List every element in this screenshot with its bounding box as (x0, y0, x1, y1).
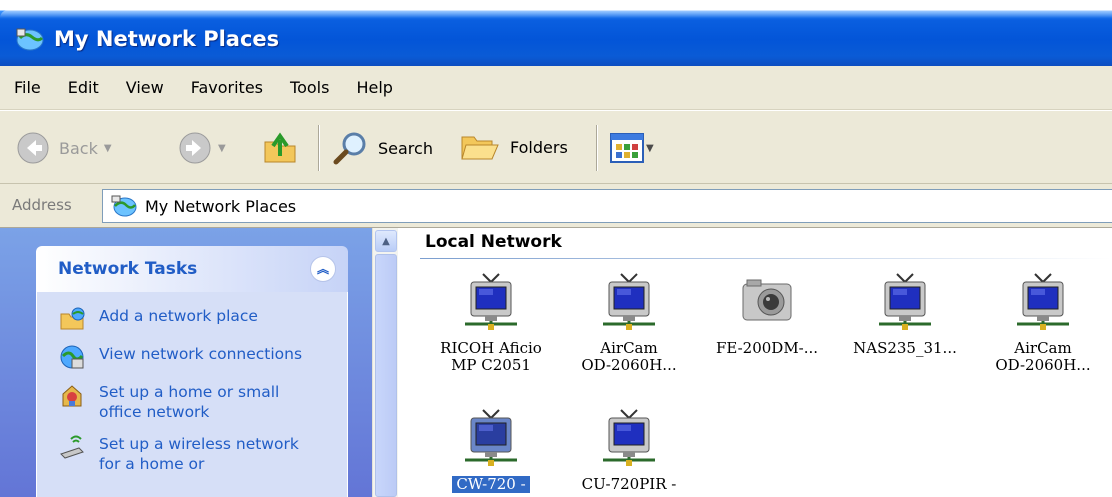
add-network-place-icon (60, 307, 85, 330)
device-label: RICOH Aficio MP C2051 (440, 339, 542, 374)
task-setup-home-network[interactable]: Set up a home or small office network (37, 382, 347, 422)
task-setup-wireless-network[interactable]: Set up a wireless network for a home or (37, 434, 347, 474)
device-label: NAS235_31... (853, 339, 957, 357)
up-folder-button[interactable] (262, 128, 298, 166)
menu-edit[interactable]: Edit (68, 78, 99, 97)
title-bar[interactable]: My Network Places (0, 0, 1112, 66)
file-view: Local Network RICOH Aficio MP C2051 AirC… (398, 228, 1112, 497)
address-label: Address (12, 196, 72, 214)
search-label: Search (378, 138, 433, 158)
device-item[interactable]: NAS235_31... (834, 270, 976, 357)
device-item[interactable]: RICOH Aficio MP C2051 (420, 270, 562, 374)
task-add-network-place[interactable]: Add a network place (37, 306, 347, 332)
views-icon (610, 133, 644, 163)
device-label: CU-720PIR - (581, 475, 677, 493)
view-network-connections-icon (60, 345, 84, 369)
folders-icon (461, 136, 499, 160)
device-label: FE-200DM-... (715, 339, 819, 357)
device-item[interactable]: AirCam OD-2060H... (558, 270, 700, 374)
forward-arrow-icon (179, 132, 211, 164)
forward-dropdown-icon[interactable]: ▼ (218, 143, 226, 154)
network-device-tv-icon (459, 270, 523, 334)
camera-icon (735, 270, 799, 334)
network-device-tv-icon (459, 406, 523, 470)
search-magnifier-icon (333, 132, 366, 165)
back-button[interactable]: Back ▼ (16, 131, 112, 165)
scroll-thumb[interactable] (375, 254, 397, 497)
task-label: Set up a wireless network for a home or (99, 435, 299, 473)
network-places-icon (16, 28, 44, 51)
group-title: Local Network (425, 232, 562, 252)
task-label: View network connections (99, 345, 303, 363)
toolbar-separator (318, 125, 320, 171)
network-tasks-title: Network Tasks (58, 259, 198, 279)
folders-label: Folders (510, 137, 568, 157)
back-label: Back (59, 138, 98, 158)
group-divider (420, 258, 1112, 259)
network-tasks-header[interactable]: Network Tasks ︽ (36, 246, 348, 292)
vertical-scrollbar[interactable]: ▲ (372, 228, 398, 497)
views-dropdown-icon[interactable]: ▼ (646, 143, 654, 154)
device-label: CW-720 - (452, 476, 530, 493)
network-device-tv-icon (873, 270, 937, 334)
device-label: AirCam OD-2060H... (581, 339, 677, 374)
address-bar: Address My Network Places (0, 184, 1112, 228)
collapse-chevron-icon[interactable]: ︽ (310, 256, 336, 282)
toolbar-separator-2 (596, 125, 598, 171)
menu-help[interactable]: Help (356, 78, 392, 97)
network-device-tv-icon (1011, 270, 1075, 334)
scroll-up-arrow-icon[interactable]: ▲ (375, 230, 397, 252)
window-title: My Network Places (54, 27, 280, 51)
home-network-setup-icon (62, 385, 82, 407)
device-item[interactable]: FE-200DM-... (696, 270, 838, 357)
address-field[interactable]: My Network Places (102, 189, 1112, 223)
wireless-network-setup-icon (60, 435, 84, 459)
task-view-network-connections[interactable]: View network connections (37, 344, 347, 370)
task-label: Set up a home or small office network (99, 383, 280, 421)
network-places-icon (111, 195, 137, 217)
menu-tools[interactable]: Tools (290, 78, 329, 97)
menu-bar: File Edit View Favorites Tools Help (0, 66, 1112, 110)
network-tasks-list: Add a network place View network connect… (36, 292, 348, 497)
address-value: My Network Places (145, 196, 297, 216)
menu-favorites[interactable]: Favorites (191, 78, 263, 97)
search-button[interactable]: Search (332, 129, 433, 167)
menu-file[interactable]: File (14, 78, 41, 97)
network-device-tv-icon (597, 270, 661, 334)
toolbar: Back ▼ ▼ Search Folders ▼ (0, 110, 1112, 184)
up-folder-icon (264, 132, 296, 163)
device-item[interactable]: CU-720PIR - (558, 406, 700, 493)
back-arrow-icon (17, 132, 49, 164)
back-dropdown-icon[interactable]: ▼ (104, 143, 112, 154)
device-label: AirCam OD-2060H... (995, 339, 1091, 374)
device-item-selected[interactable]: CW-720 - (420, 406, 562, 493)
menu-view[interactable]: View (126, 78, 164, 97)
network-tasks-panel: Network Tasks ︽ Add a network place View… (36, 246, 348, 497)
task-label: Add a network place (99, 307, 258, 325)
views-button[interactable]: ▼ (610, 133, 654, 163)
folders-button[interactable]: Folders (460, 129, 568, 165)
title-bar-shine (0, 10, 1112, 18)
task-pane: Network Tasks ︽ Add a network place View… (0, 228, 372, 497)
network-device-tv-icon (597, 406, 661, 470)
device-item[interactable]: AirCam OD-2060H... (972, 270, 1112, 374)
forward-button[interactable]: ▼ (178, 131, 226, 165)
